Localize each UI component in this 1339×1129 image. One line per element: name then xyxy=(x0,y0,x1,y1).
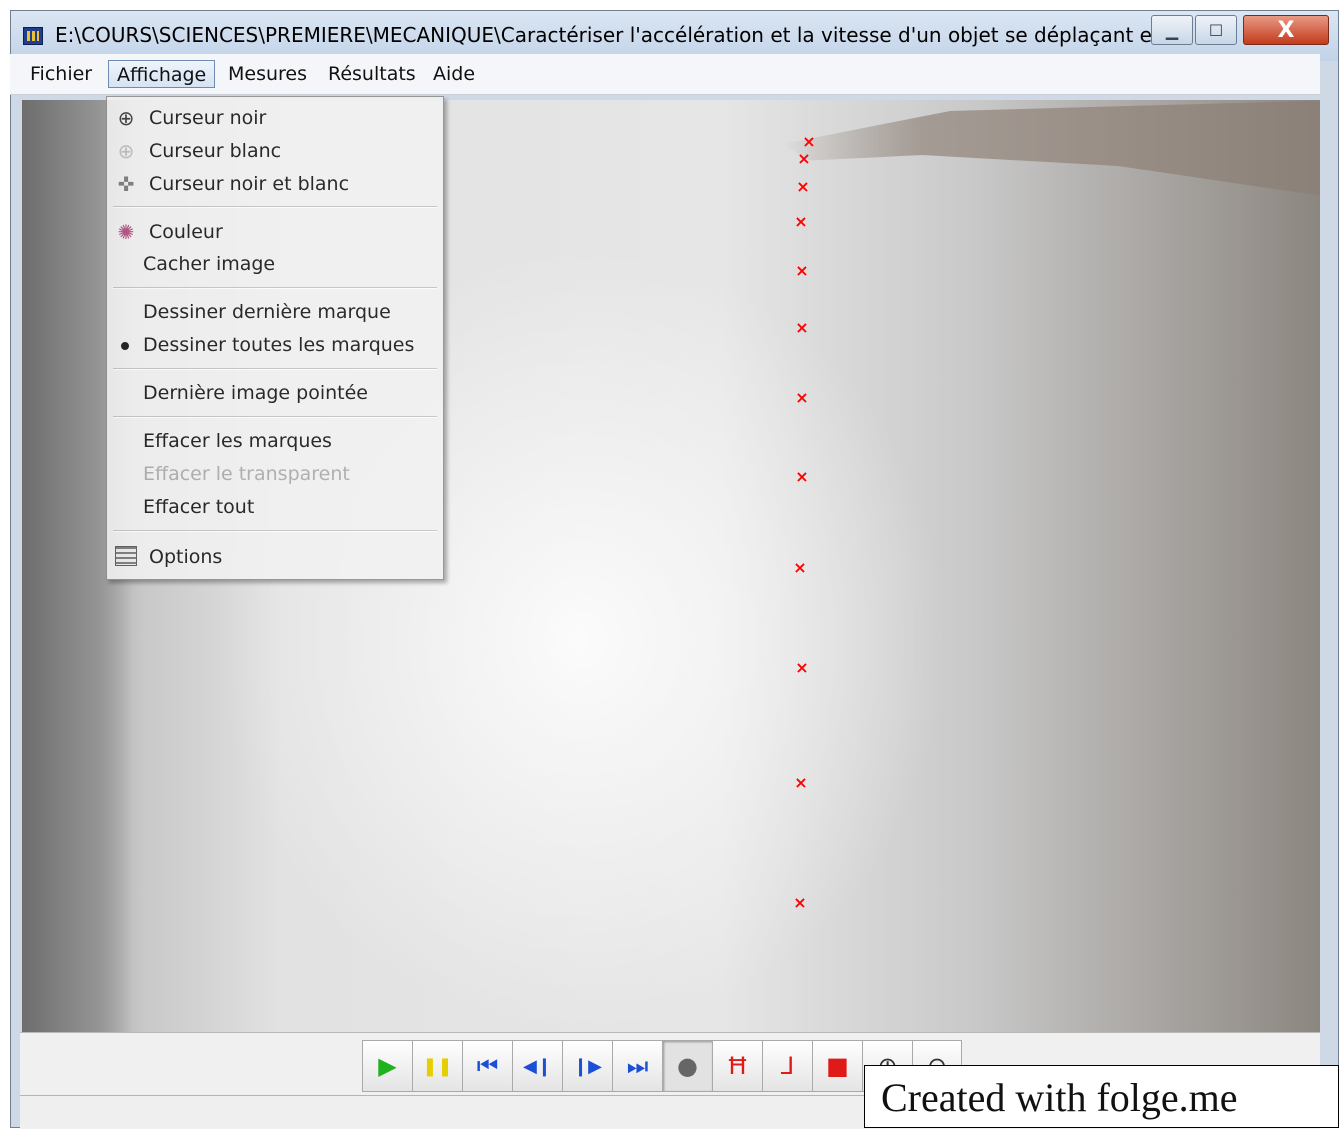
transparent-icon: ■ xyxy=(826,1052,849,1080)
track-marker: × xyxy=(796,177,810,196)
menu-fichier[interactable]: Fichier xyxy=(22,60,100,88)
menu-item-label: Curseur noir xyxy=(149,107,267,129)
menu-resultats[interactable]: Résultats xyxy=(320,60,424,88)
axes-icon: ⅃ xyxy=(780,1052,795,1080)
menu-mesures[interactable]: Mesures xyxy=(220,60,315,88)
next-frame-icon: ❙▶ xyxy=(573,1055,602,1077)
maximize-button[interactable]: ☐ xyxy=(1195,15,1237,45)
scale-button[interactable]: Ħ xyxy=(712,1040,762,1092)
menu-aide[interactable]: Aide xyxy=(425,60,483,88)
video-arm xyxy=(782,100,1320,199)
axes-button[interactable]: ⅃ xyxy=(762,1040,812,1092)
affichage-dropdown-menu: ⊕ Curseur noir ⊕ Curseur blanc ✜ Curseur… xyxy=(106,96,444,580)
point-mode-button[interactable]: ● xyxy=(662,1040,712,1092)
track-marker: × xyxy=(797,149,811,168)
crosshair-black-icon: ⊕ xyxy=(117,106,135,130)
window-title: E:\COURS\SCIENCES\PREMIERE\MECANIQUE\Car… xyxy=(55,23,1155,47)
menu-item-label: Effacer tout xyxy=(143,496,255,518)
point-icon: ● xyxy=(677,1052,698,1080)
menu-affichage[interactable]: Affichage xyxy=(108,60,216,88)
play-button[interactable]: ▶ xyxy=(362,1040,412,1092)
track-marker: × xyxy=(795,388,809,407)
menu-item-label: Curseur noir et blanc xyxy=(149,173,350,195)
first-frame-button[interactable]: ⏮ xyxy=(462,1040,512,1092)
last-frame-icon: ⏭ xyxy=(626,1052,649,1080)
menu-item-label: Effacer le transparent xyxy=(143,463,350,485)
track-marker: × xyxy=(793,558,807,577)
maximize-icon: ☐ xyxy=(1208,20,1224,40)
track-marker: × xyxy=(794,212,808,231)
menu-separator xyxy=(113,368,437,370)
menu-item-label: Couleur xyxy=(149,221,223,243)
play-icon: ▶ xyxy=(378,1052,397,1080)
pause-button[interactable]: ❚❚ xyxy=(412,1040,462,1092)
track-marker: × xyxy=(795,261,809,280)
close-icon: X xyxy=(1277,17,1295,43)
menu-item-label: Effacer les marques xyxy=(143,430,332,452)
watermark: Created with folge.me xyxy=(864,1065,1339,1128)
prev-frame-button[interactable]: ◀❙ xyxy=(512,1040,562,1092)
close-button[interactable]: X xyxy=(1243,15,1329,45)
menu-item-dessiner-toutes-les-marques[interactable]: Dessiner toutes les marques xyxy=(107,330,441,360)
menu-bar: Fichier Affichage Mesures Résultats Aide xyxy=(10,54,1320,95)
menu-item-label: Options xyxy=(149,546,223,568)
menu-item-effacer-les-marques[interactable]: Effacer les marques xyxy=(107,426,441,456)
radio-bullet-icon xyxy=(121,342,129,350)
transparent-button[interactable]: ■ xyxy=(812,1040,862,1092)
menu-item-curseur-blanc[interactable]: ⊕ Curseur blanc xyxy=(107,136,441,166)
track-marker: × xyxy=(793,893,807,912)
film-icon xyxy=(23,27,43,45)
crosshair-white-icon: ⊕ xyxy=(117,139,135,163)
prev-frame-icon: ◀❙ xyxy=(523,1055,552,1077)
track-marker: × xyxy=(794,773,808,792)
menu-item-curseur-noir-et-blanc[interactable]: ✜ Curseur noir et blanc xyxy=(107,169,441,199)
first-frame-icon: ⏮ xyxy=(476,1052,499,1080)
track-marker: × xyxy=(795,467,809,486)
menu-item-options[interactable]: Options xyxy=(107,542,441,572)
status-bar xyxy=(20,1095,880,1126)
menu-item-derniere-image-pointee[interactable]: Dernière image pointée xyxy=(107,378,441,408)
menu-separator xyxy=(113,206,437,208)
next-frame-button[interactable]: ❙▶ xyxy=(562,1040,612,1092)
menu-item-curseur-noir[interactable]: ⊕ Curseur noir xyxy=(107,103,441,133)
options-icon xyxy=(115,546,137,568)
scale-icon: Ħ xyxy=(726,1052,749,1080)
minimize-icon: ▁ xyxy=(1165,20,1179,40)
menu-item-effacer-le-transparent: Effacer le transparent xyxy=(107,459,441,489)
palette-icon: ✺ xyxy=(117,220,135,244)
last-frame-button[interactable]: ⏭ xyxy=(612,1040,662,1092)
menu-item-label: Dessiner toutes les marques xyxy=(143,334,415,356)
crosshair-bw-icon: ✜ xyxy=(117,172,135,196)
menu-item-couleur[interactable]: ✺ Couleur xyxy=(107,217,441,247)
menu-separator xyxy=(113,530,437,532)
menu-item-effacer-tout[interactable]: Effacer tout xyxy=(107,492,441,522)
track-marker: × xyxy=(802,132,816,151)
pause-icon: ❚❚ xyxy=(422,1055,453,1077)
menu-item-cacher-image[interactable]: Cacher image xyxy=(107,249,441,279)
menu-item-dessiner-derniere-marque[interactable]: Dessiner dernière marque xyxy=(107,297,441,327)
menu-separator xyxy=(113,287,437,289)
menu-item-label: Curseur blanc xyxy=(149,140,282,162)
minimize-button[interactable]: ▁ xyxy=(1151,15,1193,45)
menu-separator xyxy=(113,416,437,418)
menu-item-label: Dessiner dernière marque xyxy=(143,301,391,323)
track-marker: × xyxy=(795,318,809,337)
menu-item-label: Dernière image pointée xyxy=(143,382,368,404)
menu-item-label: Cacher image xyxy=(143,253,276,275)
track-marker: × xyxy=(795,658,809,677)
